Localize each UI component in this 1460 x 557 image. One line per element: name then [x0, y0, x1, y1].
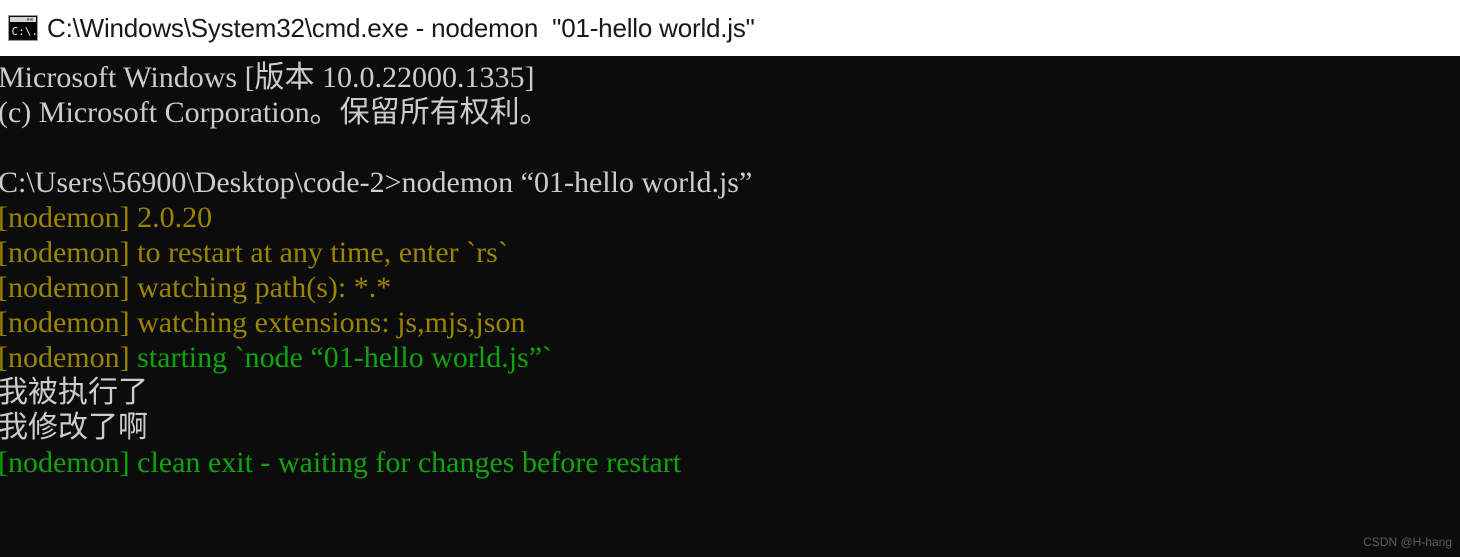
line-nodemon-version: [nodemon] 2.0.20: [0, 200, 1460, 235]
line-nodemon-starting: [nodemon] starting `node “01-hello world…: [0, 340, 1460, 375]
line-blank-1-segment-0: [0, 131, 6, 164]
line-nodemon-clean-exit-segment-0: [nodemon] clean exit - waiting for chang…: [0, 446, 682, 479]
line-output-modified-segment-0: 我修改了啊: [0, 411, 148, 444]
line-nodemon-watching-paths: [nodemon] watching path(s): *.*: [0, 270, 1460, 305]
line-nodemon-watching-extensions: [nodemon] watching extensions: js,mjs,js…: [0, 305, 1460, 340]
line-copyright-segment-0: (c) Microsoft Corporation。保留所有权利。: [0, 96, 550, 129]
line-nodemon-watching-paths-segment-0: [nodemon] watching path(s): *.*: [0, 271, 392, 304]
line-nodemon-version-segment-0: [nodemon] 2.0.20: [0, 201, 213, 234]
line-nodemon-starting-segment-1: starting `node “01-hello world.js”`: [129, 341, 553, 374]
line-blank-1: [0, 130, 1460, 165]
line-nodemon-watching-extensions-segment-0: [nodemon] watching extensions: js,mjs,js…: [0, 306, 526, 339]
console-line-list: Microsoft Windows [版本 10.0.22000.1335] (c…: [0, 60, 1460, 480]
line-prompt-command: C:\Users\56900\Desktop\code-2>nodemon “0…: [0, 165, 1460, 200]
line-output-modified: 我修改了啊: [0, 410, 1460, 445]
line-nodemon-starting-segment-0: [nodemon]: [0, 341, 130, 374]
csdn-watermark: CSDN @H-hang: [1363, 535, 1452, 549]
line-os-version: Microsoft Windows [版本 10.0.22000.1335]: [0, 60, 1460, 95]
line-nodemon-clean-exit: [nodemon] clean exit - waiting for chang…: [0, 445, 1460, 480]
window-title-bar[interactable]: C:\. C:\Windows\System32\cmd.exe - nodem…: [0, 0, 1460, 56]
svg-text:C:\.: C:\.: [12, 25, 39, 38]
line-nodemon-restart-hint-segment-0: [nodemon] to restart at any time, enter …: [0, 236, 508, 269]
window-title-text: C:\Windows\System32\cmd.exe - nodemon "0…: [47, 13, 755, 43]
line-output-executed-segment-0: 我被执行了: [0, 376, 148, 409]
line-output-executed: 我被执行了: [0, 375, 1460, 410]
line-nodemon-restart-hint: [nodemon] to restart at any time, enter …: [0, 235, 1460, 270]
console-output-area[interactable]: Microsoft Windows [版本 10.0.22000.1335] (c…: [0, 56, 1460, 557]
line-copyright: (c) Microsoft Corporation。保留所有权利。: [0, 95, 1460, 130]
cmd-console-icon: C:\.: [8, 15, 38, 41]
line-os-version-segment-0: Microsoft Windows [版本 10.0.22000.1335]: [0, 61, 535, 94]
line-prompt-command-segment-0: C:\Users\56900\Desktop\code-2>nodemon “0…: [0, 166, 753, 199]
